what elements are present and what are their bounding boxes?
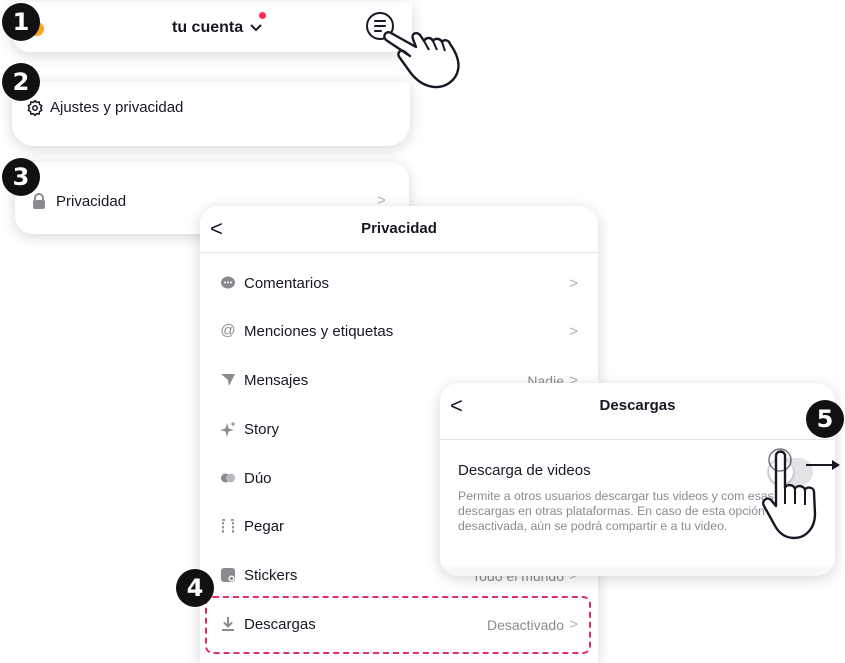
chevron-right-icon: > — [569, 323, 578, 340]
arrow-right-icon — [806, 460, 840, 470]
setting-description: Permite a otros usuarios descargar tus v… — [458, 489, 774, 533]
item-label: Comentarios — [244, 275, 330, 292]
pointing-hand-icon — [383, 31, 460, 89]
sticker-icon — [221, 568, 235, 582]
step-badge-4: 4 — [176, 569, 214, 607]
settings-card[interactable]: Ajustes y privacidad — [12, 82, 410, 146]
item-label: Mensajes — [244, 372, 309, 389]
item-label: Dúo — [244, 470, 272, 487]
stitch-icon — [222, 519, 234, 533]
privacy-entry-label: Privacidad — [56, 193, 127, 210]
notification-dot — [259, 12, 266, 19]
setting-title: Descarga de videos — [458, 462, 591, 479]
lock-icon — [33, 193, 45, 209]
highlight-descargas — [205, 596, 591, 654]
step-badge-3: 3 — [2, 158, 40, 196]
downloads-header: < Descargas — [440, 383, 835, 440]
privacy-header: < Privacidad — [200, 206, 598, 253]
item-label: Stickers — [244, 567, 298, 584]
item-label: Menciones y etiquetas — [244, 323, 394, 340]
account-header-card: tu cuenta — [12, 2, 412, 52]
page-title: Descargas — [599, 397, 676, 414]
step-badge-2: 2 — [2, 63, 40, 101]
sparkle-icon — [220, 421, 236, 437]
send-icon — [221, 374, 235, 386]
privacy-item-comentarios[interactable]: Comentarios > — [200, 264, 598, 304]
page-title: Privacidad — [361, 220, 437, 237]
item-label: Story — [244, 421, 280, 438]
at-icon: @ — [220, 322, 236, 339]
privacy-item-menciones[interactable]: @ Menciones y etiquetas > — [200, 312, 598, 352]
step-badge-5: 5 — [806, 400, 844, 438]
step-badge-1: 1 — [2, 3, 40, 41]
account-title[interactable]: tu cuenta — [172, 19, 262, 37]
comment-icon — [221, 276, 235, 289]
duet-icon — [221, 473, 235, 483]
settings-label: Ajustes y privacidad — [50, 99, 184, 116]
item-label: Pegar — [244, 518, 285, 535]
chevron-down-icon — [249, 24, 262, 32]
gear-icon — [27, 99, 43, 117]
chevron-right-icon: > — [569, 275, 578, 292]
